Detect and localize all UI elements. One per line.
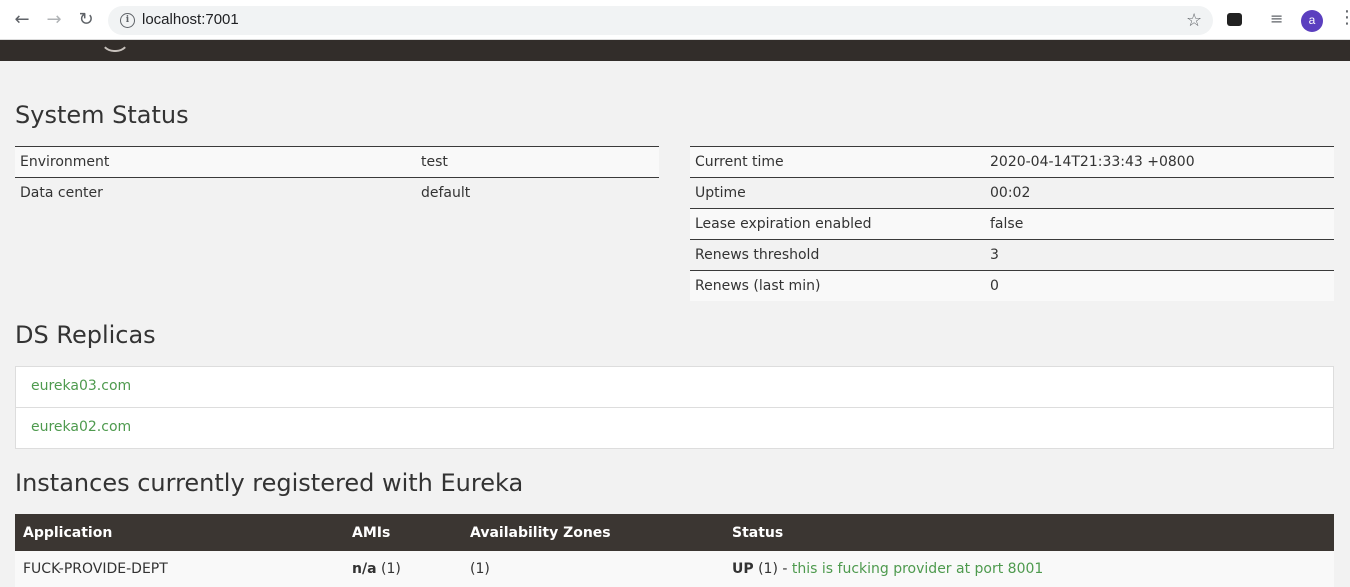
table-row: Data center default [15,177,659,208]
cell-amis: n/a (1) [344,551,462,587]
eureka-navbar [0,40,1350,61]
status-value: 0 [985,270,1334,301]
instances-table: Application AMIs Availability Zones Stat… [15,514,1334,587]
status-count: (1) - [758,561,788,577]
media-queue-icon[interactable]: ≡ [1270,9,1283,28]
status-key: Uptime [690,177,985,209]
cell-status: UP (1) - this is fucking provider at por… [724,551,1334,587]
status-key: Renews (last min) [690,270,985,301]
table-header-row: Application AMIs Availability Zones Stat… [15,514,1334,551]
status-key: Renews threshold [690,239,985,271]
instance-link[interactable]: this is fucking provider at port 8001 [792,561,1043,577]
ami-count: (1) [380,561,401,577]
status-up: UP [732,561,754,577]
back-arrow-icon[interactable]: ← [12,10,32,30]
forward-arrow-icon[interactable]: → [44,10,64,30]
status-key: Current time [690,146,985,178]
system-status-right-table: Current time 2020-04-14T21:33:43 +0800 U… [690,146,1334,301]
cell-zones: (1) [462,551,724,587]
table-row: Environment test [15,146,659,178]
table-row: FUCK-PROVIDE-DEPT n/a (1) (1) UP (1) - t… [15,551,1334,587]
system-status-heading: System Status [15,101,189,129]
table-row: Uptime 00:02 [690,177,1334,209]
replica-link-eureka02[interactable]: eureka02.com [16,408,1333,448]
table-row: Renews (last min) 0 [690,270,1334,301]
eureka-logo-icon[interactable] [100,32,130,52]
column-header-status: Status [724,514,1334,551]
reload-icon[interactable]: ↻ [76,10,96,30]
bookmark-star-icon[interactable]: ☆ [1186,10,1202,31]
status-key: Environment [15,146,416,178]
system-status-left-table: Environment test Data center default [15,146,659,208]
table-row: Renews threshold 3 [690,239,1334,271]
status-value: false [985,208,1334,240]
column-header-application: Application [15,514,344,551]
replica-list: eureka03.com eureka02.com [15,366,1334,449]
column-header-zones: Availability Zones [462,514,724,551]
extension-icon[interactable] [1227,13,1242,26]
status-key: Data center [15,177,416,208]
column-header-amis: AMIs [344,514,462,551]
url-text[interactable]: localhost:7001 [142,11,239,28]
ds-replicas-heading: DS Replicas [15,321,156,349]
status-value: 3 [985,239,1334,271]
menu-kebab-icon[interactable]: ⋮ [1338,8,1350,28]
replica-link-eureka03[interactable]: eureka03.com [16,367,1333,408]
status-value: 2020-04-14T21:33:43 +0800 [985,146,1334,178]
browser-toolbar: ← → ↻ i localhost:7001 ☆ ≡ a ⋮ [0,0,1350,40]
ami-value: n/a [352,561,377,577]
address-bar[interactable]: i localhost:7001 ☆ [108,6,1213,35]
instances-heading: Instances currently registered with Eure… [15,469,524,497]
status-value: 00:02 [985,177,1334,209]
status-key: Lease expiration enabled [690,208,985,240]
table-row: Lease expiration enabled false [690,208,1334,240]
table-row: Current time 2020-04-14T21:33:43 +0800 [690,146,1334,178]
status-value: test [416,146,659,178]
cell-application: FUCK-PROVIDE-DEPT [15,551,344,587]
info-icon[interactable]: i [120,13,135,28]
profile-avatar[interactable]: a [1301,10,1323,32]
status-value: default [416,177,659,208]
